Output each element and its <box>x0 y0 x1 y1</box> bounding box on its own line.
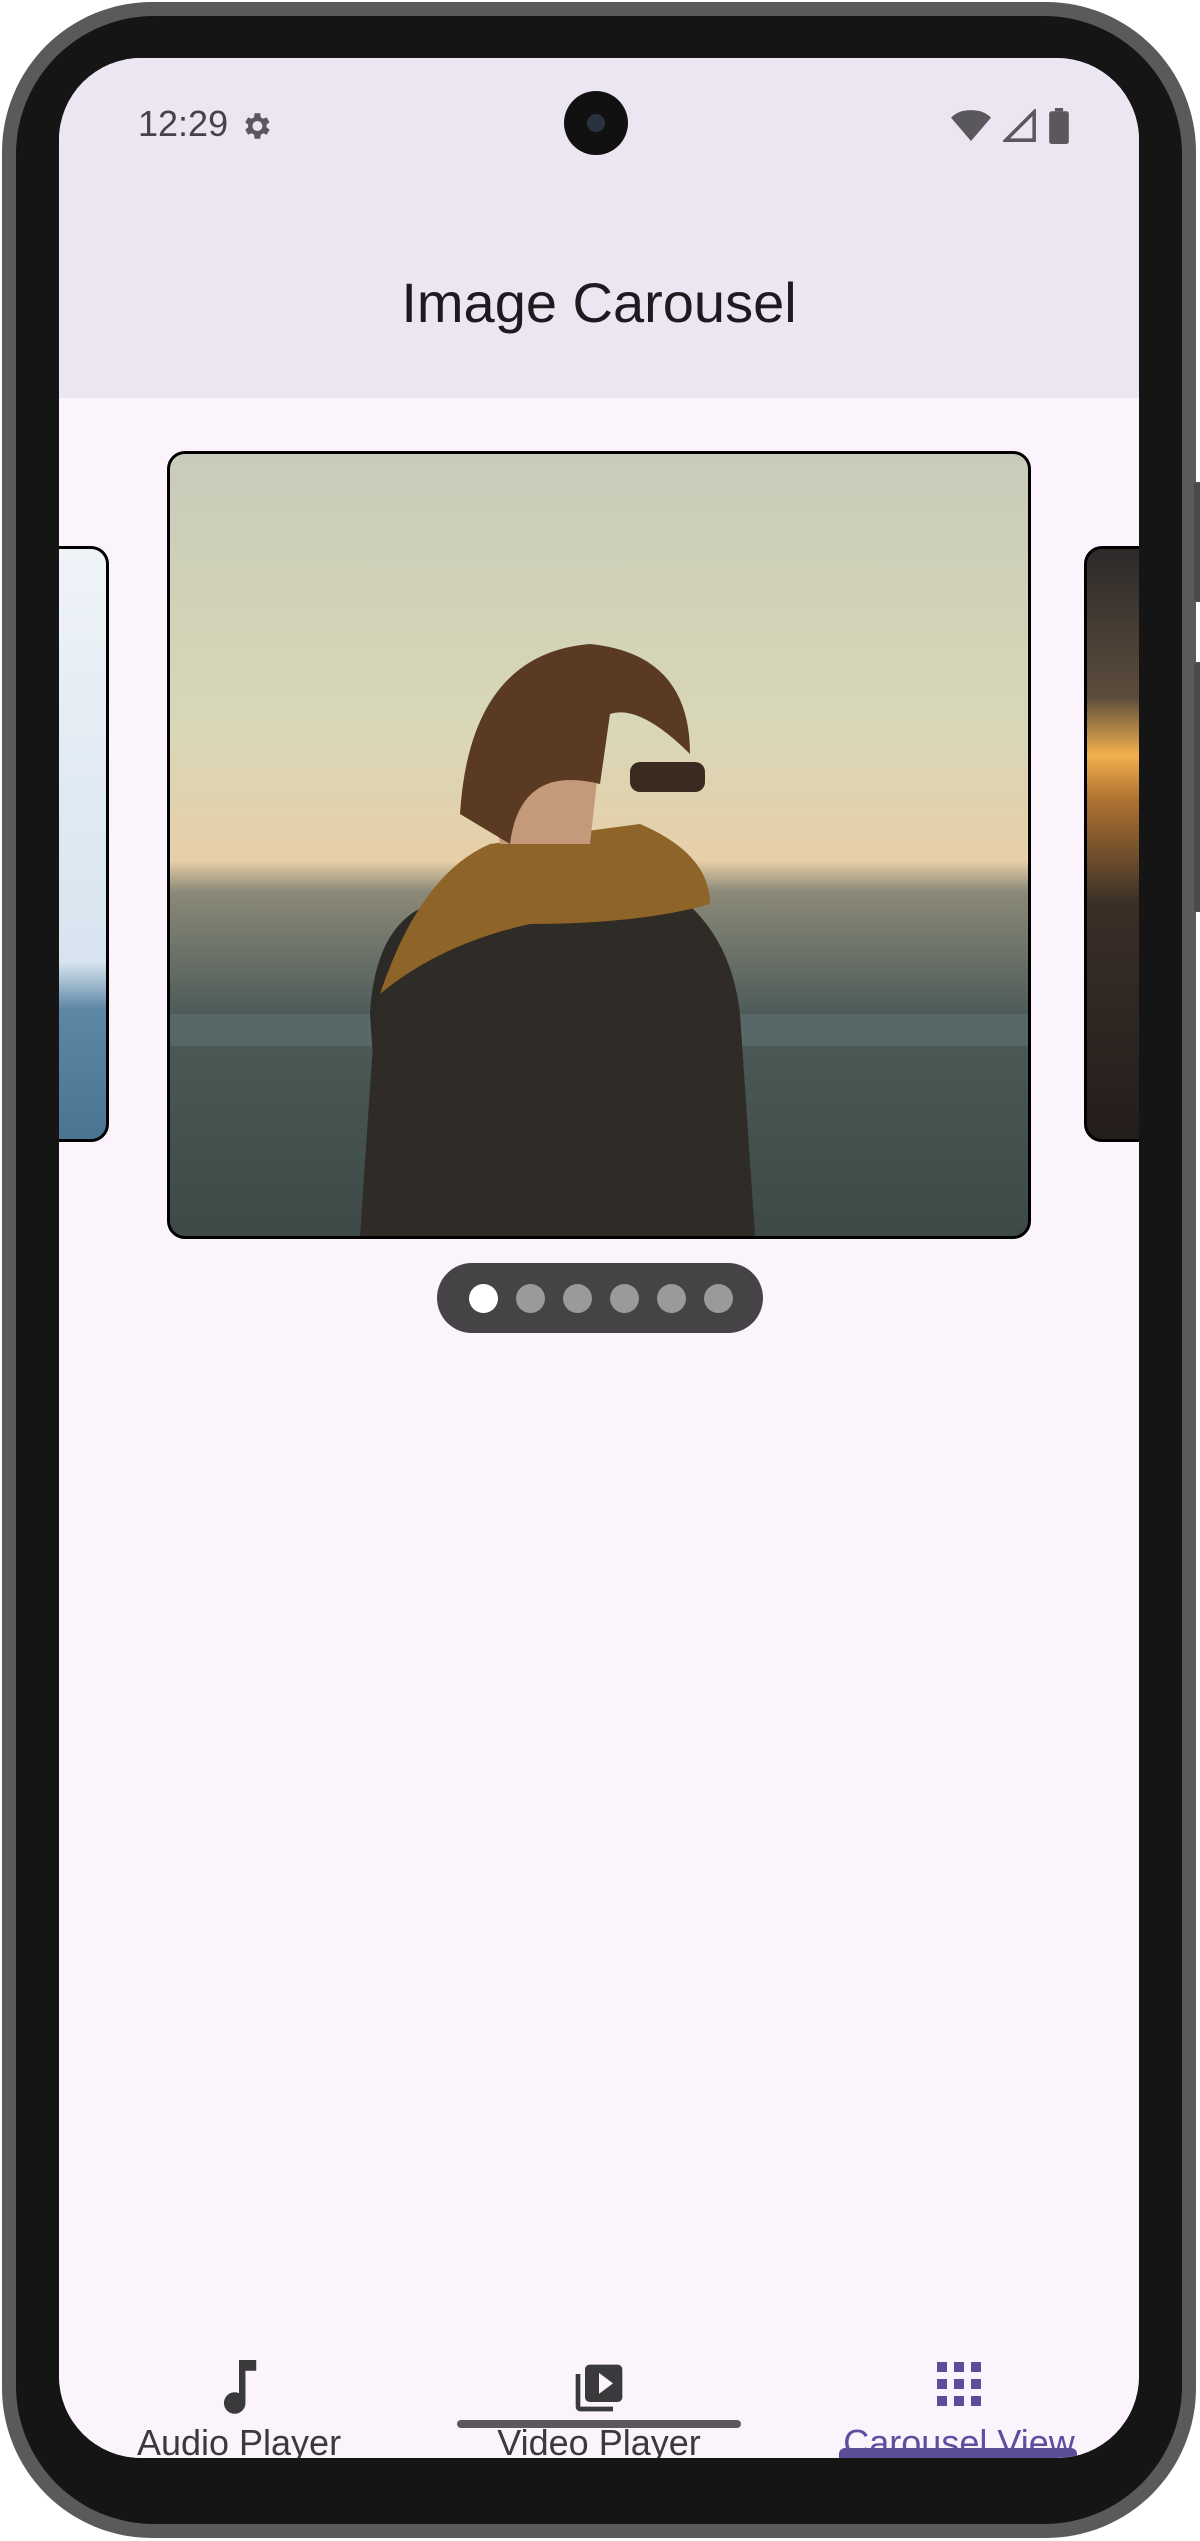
video-library-icon <box>575 2364 623 2412</box>
app-bar: Image Carousel <box>59 190 1139 398</box>
nav-item-video-player[interactable]: Video Player <box>419 2278 779 2458</box>
nav-label-audio-player: Audio Player <box>136 2422 342 2458</box>
page-title: Image Carousel <box>401 271 797 334</box>
nav-item-carousel-view[interactable]: Carousel View <box>779 2278 1139 2458</box>
volume-button <box>1194 662 1200 912</box>
wifi-icon <box>951 110 991 141</box>
status-time: 12:29 <box>138 103 229 144</box>
carousel-slide-current[interactable] <box>167 451 1031 1239</box>
screen: 12:29 Image Carousel Audio Player Video … <box>59 58 1139 2458</box>
carousel-slide-previous[interactable] <box>59 546 109 1142</box>
carousel-area <box>59 398 1139 2358</box>
indicator-dot-6[interactable] <box>704 1283 733 1313</box>
power-button <box>1194 482 1200 602</box>
indicator-dot-3[interactable] <box>563 1283 592 1313</box>
carousel-slide-next[interactable] <box>1084 546 1139 1142</box>
carousel-photo <box>170 644 1028 1236</box>
apps-grid-icon <box>937 2362 981 2406</box>
music-note-icon <box>223 2360 257 2414</box>
gesture-bar[interactable] <box>457 2420 741 2428</box>
active-tab-indicator <box>839 2448 1077 2458</box>
indicator-dot-1[interactable] <box>469 1283 498 1313</box>
cellular-signal-icon <box>1003 109 1036 142</box>
indicator-dot-2[interactable] <box>516 1283 545 1313</box>
indicator-dot-5[interactable] <box>657 1283 686 1313</box>
front-camera <box>564 91 628 155</box>
bottom-navigation: Audio Player Video Player Carousel View <box>59 2278 1139 2458</box>
battery-icon <box>1049 108 1069 144</box>
nav-item-audio-player[interactable]: Audio Player <box>59 2278 419 2458</box>
indicator-dot-4[interactable] <box>610 1283 639 1313</box>
status-bar: 12:29 <box>59 58 1139 190</box>
carousel-indicator <box>437 1263 763 1333</box>
settings-icon <box>245 113 270 139</box>
